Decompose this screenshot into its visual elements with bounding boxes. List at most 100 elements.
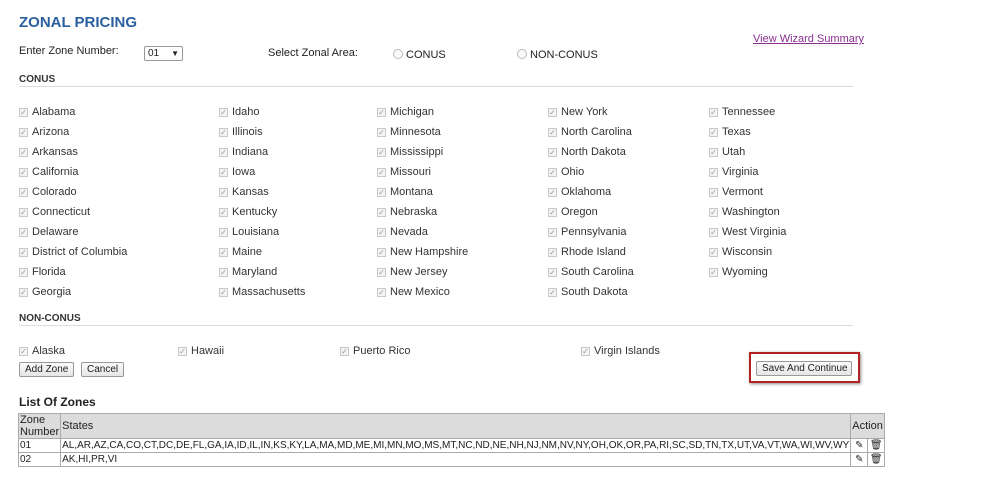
check-icon[interactable]: ✓: [709, 107, 718, 117]
view-wizard-summary-link[interactable]: View Wizard Summary: [753, 33, 864, 45]
territory-checkbox-item[interactable]: ✓ Puerto Rico: [340, 345, 410, 357]
state-checkbox-item[interactable]: ✓ Wisconsin: [709, 246, 772, 258]
check-icon[interactable]: ✓: [548, 167, 557, 177]
cancel-button[interactable]: Cancel: [81, 362, 125, 377]
state-checkbox-item[interactable]: ✓ Arkansas: [19, 146, 78, 158]
check-icon[interactable]: ✓: [377, 147, 386, 157]
pencil-icon[interactable]: ✎: [852, 454, 866, 465]
check-icon[interactable]: ✓: [219, 267, 228, 277]
state-checkbox-item[interactable]: ✓ Indiana: [219, 146, 268, 158]
check-icon[interactable]: ✓: [377, 127, 386, 137]
state-checkbox-item[interactable]: ✓ Tennessee: [709, 106, 775, 118]
state-checkbox-item[interactable]: ✓ District of Columbia: [19, 246, 127, 258]
check-icon[interactable]: ✓: [219, 107, 228, 117]
check-icon[interactable]: ✓: [219, 127, 228, 137]
check-icon[interactable]: ✓: [178, 346, 187, 356]
state-checkbox-item[interactable]: ✓ Utah: [709, 146, 745, 158]
check-icon[interactable]: ✓: [377, 227, 386, 237]
state-checkbox-item[interactable]: ✓ Connecticut: [19, 206, 90, 218]
check-icon[interactable]: ✓: [709, 127, 718, 137]
state-checkbox-item[interactable]: ✓ Maine: [219, 246, 262, 258]
check-icon[interactable]: ✓: [219, 147, 228, 157]
state-checkbox-item[interactable]: ✓ Iowa: [219, 166, 255, 178]
territory-checkbox-item[interactable]: ✓ Alaska: [19, 345, 65, 357]
trash-icon[interactable]: 🗑: [869, 440, 883, 451]
state-checkbox-item[interactable]: ✓ Oregon: [548, 206, 598, 218]
state-checkbox-item[interactable]: ✓ Idaho: [219, 106, 260, 118]
check-icon[interactable]: ✓: [709, 207, 718, 217]
state-checkbox-item[interactable]: ✓ South Carolina: [548, 266, 634, 278]
state-checkbox-item[interactable]: ✓ Vermont: [709, 186, 763, 198]
check-icon[interactable]: ✓: [19, 207, 28, 217]
state-checkbox-item[interactable]: ✓ Virginia: [709, 166, 759, 178]
check-icon[interactable]: ✓: [709, 187, 718, 197]
check-icon[interactable]: ✓: [581, 346, 590, 356]
state-checkbox-item[interactable]: ✓ Kansas: [219, 186, 269, 198]
state-checkbox-item[interactable]: ✓ Florida: [19, 266, 66, 278]
state-checkbox-item[interactable]: ✓ West Virginia: [709, 226, 786, 238]
check-icon[interactable]: ✓: [219, 227, 228, 237]
state-checkbox-item[interactable]: ✓ New Hampshire: [377, 246, 468, 258]
state-checkbox-item[interactable]: ✓ Wyoming: [709, 266, 768, 278]
state-checkbox-item[interactable]: ✓ Alabama: [19, 106, 75, 118]
state-checkbox-item[interactable]: ✓ California: [19, 166, 78, 178]
pencil-icon[interactable]: ✎: [852, 440, 866, 451]
territory-checkbox-item[interactable]: ✓ Hawaii: [178, 345, 224, 357]
check-icon[interactable]: ✓: [377, 107, 386, 117]
state-checkbox-item[interactable]: ✓ Texas: [709, 126, 751, 138]
check-icon[interactable]: ✓: [219, 247, 228, 257]
check-icon[interactable]: ✓: [340, 346, 349, 356]
state-checkbox-item[interactable]: ✓ New York: [548, 106, 607, 118]
check-icon[interactable]: ✓: [377, 207, 386, 217]
zone-number-select[interactable]: 01 ▼: [144, 46, 183, 61]
state-checkbox-item[interactable]: ✓ Nebraska: [377, 206, 437, 218]
check-icon[interactable]: ✓: [548, 287, 557, 297]
check-icon[interactable]: ✓: [709, 167, 718, 177]
state-checkbox-item[interactable]: ✓ Arizona: [19, 126, 69, 138]
check-icon[interactable]: ✓: [19, 267, 28, 277]
check-icon[interactable]: ✓: [548, 147, 557, 157]
check-icon[interactable]: ✓: [709, 227, 718, 237]
state-checkbox-item[interactable]: ✓ Louisiana: [219, 226, 279, 238]
state-checkbox-item[interactable]: ✓ North Dakota: [548, 146, 626, 158]
check-icon[interactable]: ✓: [219, 287, 228, 297]
check-icon[interactable]: ✓: [548, 187, 557, 197]
radio-conus[interactable]: [393, 49, 403, 59]
check-icon[interactable]: ✓: [709, 247, 718, 257]
check-icon[interactable]: ✓: [548, 107, 557, 117]
check-icon[interactable]: ✓: [19, 107, 28, 117]
check-icon[interactable]: ✓: [19, 287, 28, 297]
radio-nonconus[interactable]: [517, 49, 527, 59]
state-checkbox-item[interactable]: ✓ Massachusetts: [219, 286, 305, 298]
check-icon[interactable]: ✓: [377, 247, 386, 257]
check-icon[interactable]: ✓: [19, 346, 28, 356]
state-checkbox-item[interactable]: ✓ North Carolina: [548, 126, 632, 138]
check-icon[interactable]: ✓: [19, 147, 28, 157]
check-icon[interactable]: ✓: [709, 147, 718, 157]
state-checkbox-item[interactable]: ✓ South Dakota: [548, 286, 628, 298]
state-checkbox-item[interactable]: ✓ New Mexico: [377, 286, 450, 298]
check-icon[interactable]: ✓: [377, 267, 386, 277]
trash-icon[interactable]: 🗑: [869, 454, 883, 465]
check-icon[interactable]: ✓: [19, 167, 28, 177]
check-icon[interactable]: ✓: [19, 227, 28, 237]
check-icon[interactable]: ✓: [377, 187, 386, 197]
check-icon[interactable]: ✓: [548, 207, 557, 217]
check-icon[interactable]: ✓: [377, 287, 386, 297]
state-checkbox-item[interactable]: ✓ Minnesota: [377, 126, 441, 138]
check-icon[interactable]: ✓: [548, 267, 557, 277]
check-icon[interactable]: ✓: [548, 247, 557, 257]
state-checkbox-item[interactable]: ✓ Nevada: [377, 226, 428, 238]
check-icon[interactable]: ✓: [219, 167, 228, 177]
state-checkbox-item[interactable]: ✓ Rhode Island: [548, 246, 626, 258]
state-checkbox-item[interactable]: ✓ Maryland: [219, 266, 277, 278]
check-icon[interactable]: ✓: [709, 267, 718, 277]
check-icon[interactable]: ✓: [219, 187, 228, 197]
check-icon[interactable]: ✓: [19, 187, 28, 197]
state-checkbox-item[interactable]: ✓ Montana: [377, 186, 433, 198]
check-icon[interactable]: ✓: [377, 167, 386, 177]
state-checkbox-item[interactable]: ✓ Ohio: [548, 166, 584, 178]
state-checkbox-item[interactable]: ✓ Illinois: [219, 126, 263, 138]
state-checkbox-item[interactable]: ✓ New Jersey: [377, 266, 447, 278]
add-zone-button[interactable]: Add Zone: [19, 362, 75, 377]
